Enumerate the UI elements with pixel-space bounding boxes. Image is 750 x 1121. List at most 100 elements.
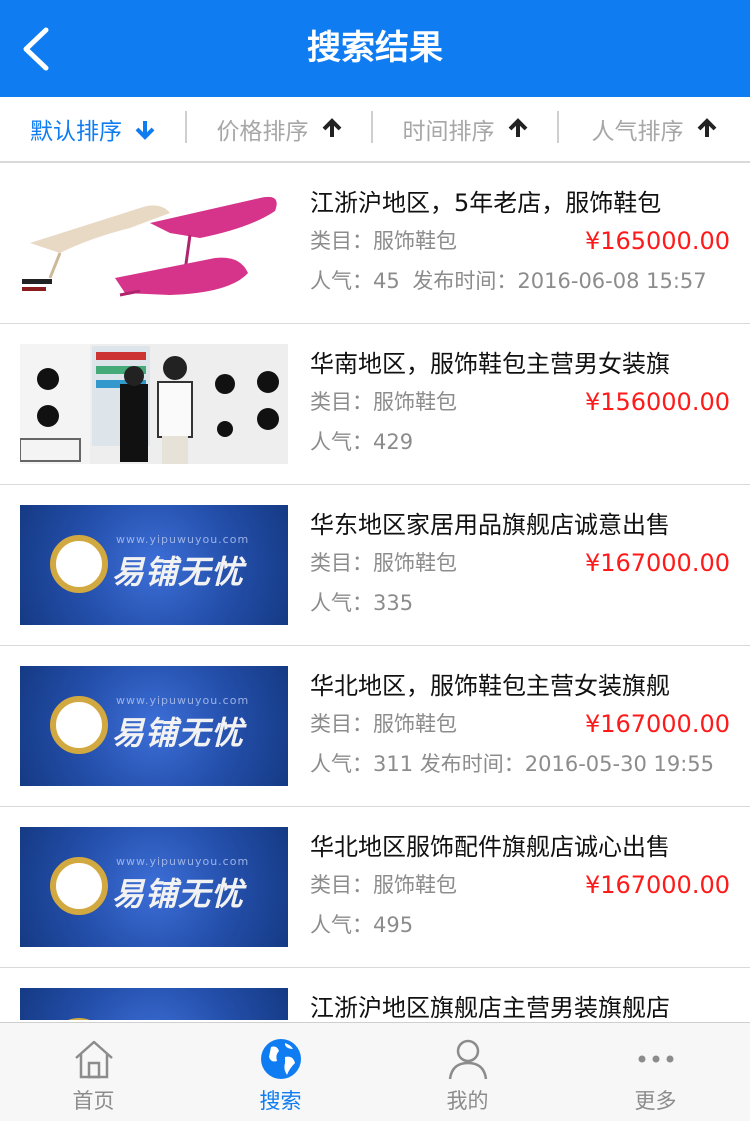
popularity-label: 人气：: [310, 591, 373, 615]
handshake-icon: [50, 857, 108, 915]
item-title: 华北地区，服饰鞋包主营女装旗舰: [310, 672, 670, 700]
list-item[interactable]: 华南地区，服饰鞋包主营男女装旗 类目：服饰鞋包 ¥156000.00 人气：42…: [0, 324, 750, 485]
item-published: 2016-06-08 15:57: [517, 269, 707, 293]
sort-popularity-button[interactable]: 人气排序: [559, 97, 750, 161]
result-list: 江浙沪地区，5年老店，服饰鞋包 类目：服饰鞋包 ¥165000.00 人气：45…: [0, 163, 750, 1020]
published-label: 发布时间：: [419, 752, 525, 776]
sort-default-button[interactable]: 默认排序: [0, 97, 186, 161]
item-popularity: 429: [373, 430, 414, 454]
sort-time-button[interactable]: 时间排序: [373, 97, 558, 161]
handshake-icon: [50, 535, 108, 593]
item-category: 服饰鞋包: [373, 873, 457, 897]
item-popularity: 495: [373, 913, 414, 937]
item-category: 服饰鞋包: [373, 551, 457, 575]
handshake-icon: [50, 696, 108, 754]
item-meta-row: 人气：429: [310, 422, 730, 462]
shoes-thumbnail: [20, 183, 288, 303]
item-meta-row: 人气：45 发布时间：2016-06-08 15:57: [310, 261, 730, 301]
home-icon: [74, 1040, 113, 1079]
item-category-row: 类目：服饰鞋包 ¥167000.00: [310, 543, 730, 583]
sort-default-label: 默认排序: [30, 119, 122, 145]
list-item[interactable]: 江浙沪地区旗舰店主营男装旗舰店: [0, 968, 750, 1020]
brand-url: www.yipuwuyou.com: [116, 855, 250, 868]
item-info: 华北地区，服饰鞋包主营女装旗舰 类目：服饰鞋包 ¥167000.00 人气：31…: [310, 668, 730, 784]
item-popularity: 45: [373, 269, 400, 293]
item-category-row: 类目：服饰鞋包 ¥167000.00: [310, 704, 730, 744]
item-price: ¥165000.00: [584, 227, 730, 255]
item-meta-row: 人气：335: [310, 583, 730, 623]
item-price: ¥167000.00: [584, 549, 730, 577]
item-meta-row: 人气：495: [310, 905, 730, 945]
list-item[interactable]: www.yipuwuyou.com 易铺无忧 华北地区，服饰鞋包主营女装旗舰 类…: [0, 646, 750, 807]
item-info: 华东地区家居用品旗舰店诚意出售 类目：服饰鞋包 ¥167000.00 人气：33…: [310, 507, 730, 623]
list-item[interactable]: www.yipuwuyou.com 易铺无忧 华东地区家居用品旗舰店诚意出售 类…: [0, 485, 750, 646]
arrow-down-icon: [135, 121, 155, 140]
arrow-up-icon: [697, 118, 716, 137]
popularity-label: 人气：: [310, 269, 373, 293]
sort-price-label: 价格排序: [216, 119, 309, 145]
globe-icon: [260, 1039, 301, 1079]
item-price: ¥156000.00: [584, 388, 730, 416]
more-icon: [638, 1055, 673, 1063]
brand-thumbnail: www.yipuwuyou.com 易铺无忧: [20, 505, 288, 625]
sort-popularity-label: 人气排序: [591, 119, 684, 145]
item-info: 江浙沪地区旗舰店主营男装旗舰店: [310, 990, 730, 1020]
item-title: 华南地区，服饰鞋包主营男女装旗: [310, 350, 670, 378]
sort-time-label: 时间排序: [402, 119, 495, 145]
category-label: 类目：: [310, 712, 373, 736]
item-category-row: 类目：服饰鞋包 ¥167000.00: [310, 865, 730, 905]
item-price: ¥167000.00: [584, 871, 730, 899]
top-nav-bar: 搜索结果: [0, 0, 750, 97]
category-label: 类目：: [310, 390, 373, 414]
brand-thumbnail: [20, 988, 288, 1020]
brand-url: www.yipuwuyou.com: [116, 533, 250, 546]
item-meta-row: 人气：311 发布时间：2016-05-30 19:55: [310, 744, 730, 784]
page-title: 搜索结果: [307, 28, 443, 68]
category-label: 类目：: [310, 873, 373, 897]
bottom-tab-bar: 首页 搜索 我的 更多: [0, 1022, 750, 1121]
category-label: 类目：: [310, 229, 373, 253]
brand-logo-text: 易铺无忧: [112, 875, 245, 913]
tab-home[interactable]: 首页: [0, 1023, 187, 1121]
brand-thumbnail: www.yipuwuyou.com 易铺无忧: [20, 827, 288, 947]
item-popularity: 311: [373, 752, 414, 776]
brand-thumbnail: www.yipuwuyou.com 易铺无忧: [20, 666, 288, 786]
tab-more[interactable]: 更多: [561, 1023, 750, 1121]
popularity-label: 人气：: [310, 752, 373, 776]
item-info: 江浙沪地区，5年老店，服饰鞋包 类目：服饰鞋包 ¥165000.00 人气：45…: [310, 185, 730, 301]
sort-price-button[interactable]: 价格排序: [187, 97, 372, 161]
tab-home-label: 首页: [72, 1089, 115, 1113]
item-title: 华北地区服饰配件旗舰店诚心出售: [310, 833, 670, 861]
store-thumbnail: [20, 344, 288, 464]
tab-search[interactable]: 搜索: [187, 1023, 374, 1121]
brand-logo-text: 易铺无忧: [112, 553, 245, 591]
item-category: 服饰鞋包: [373, 712, 457, 736]
sort-bar: 默认排序 价格排序 时间排序 人气排序: [0, 97, 750, 163]
brand-url: www.yipuwuyou.com: [116, 694, 250, 707]
brand-logo-text: 易铺无忧: [112, 714, 245, 752]
item-title: 华东地区家居用品旗舰店诚意出售: [310, 511, 670, 539]
popularity-label: 人气：: [310, 430, 373, 454]
item-category: 服饰鞋包: [373, 229, 457, 253]
tab-search-label: 搜索: [259, 1089, 302, 1113]
item-title: 江浙沪地区，5年老店，服饰鞋包: [310, 189, 662, 217]
item-popularity: 335: [373, 591, 414, 615]
arrow-up-icon: [322, 118, 341, 137]
handshake-icon: [50, 1018, 108, 1020]
item-category: 服饰鞋包: [373, 390, 457, 414]
item-category-row: 类目：服饰鞋包 ¥156000.00: [310, 382, 730, 422]
tab-mine[interactable]: 我的: [374, 1023, 561, 1121]
list-item[interactable]: www.yipuwuyou.com 易铺无忧 华北地区服饰配件旗舰店诚心出售 类…: [0, 807, 750, 968]
item-category-row: 类目：服饰鞋包 ¥165000.00: [310, 221, 730, 261]
user-icon: [448, 1039, 487, 1080]
item-price: ¥167000.00: [584, 710, 730, 738]
item-title: 江浙沪地区旗舰店主营男装旗舰店: [310, 994, 670, 1020]
list-item[interactable]: 江浙沪地区，5年老店，服饰鞋包 类目：服饰鞋包 ¥165000.00 人气：45…: [0, 163, 750, 324]
category-label: 类目：: [310, 551, 373, 575]
arrow-up-icon: [508, 118, 527, 137]
published-label: 发布时间：: [412, 269, 518, 293]
item-published: 2016-05-30 19:55: [524, 752, 715, 776]
tab-mine-label: 我的: [446, 1089, 489, 1113]
tab-more-label: 更多: [634, 1089, 677, 1113]
item-info: 华南地区，服饰鞋包主营男女装旗 类目：服饰鞋包 ¥156000.00 人气：42…: [310, 346, 730, 462]
